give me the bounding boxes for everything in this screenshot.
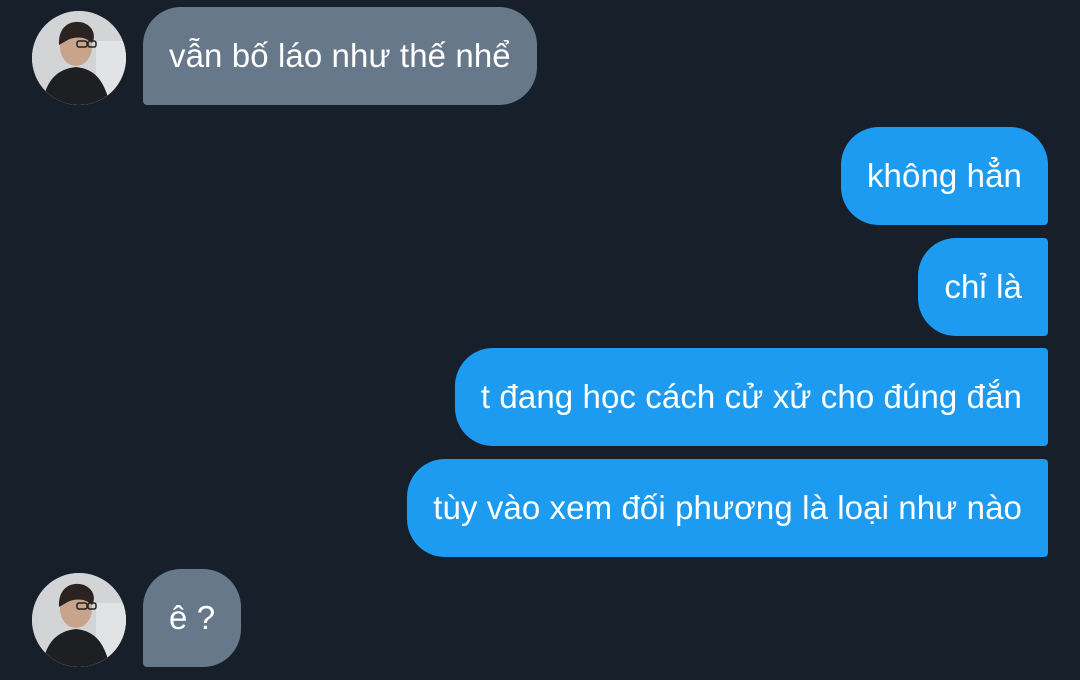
message-text: ê ? [169, 599, 216, 636]
incoming-message-bubble[interactable]: ê ? [143, 569, 242, 667]
contact-avatar[interactable] [32, 573, 126, 667]
avatar-photo [32, 573, 126, 667]
message-thread: vẫn bố láo như thế nhể không hẳn chỉ là … [0, 0, 1080, 680]
outgoing-message-bubble[interactable]: không hẳn [840, 127, 1048, 225]
message-text: vẫn bố láo như thế nhể [169, 37, 511, 74]
outgoing-message-bubble[interactable]: chỉ là [918, 238, 1048, 336]
message-text: tùy vào xem đối phương là loại như nào [433, 489, 1022, 526]
contact-avatar[interactable] [32, 11, 126, 105]
avatar-photo [32, 11, 126, 105]
message-text: chỉ là [944, 268, 1022, 305]
message-text: không hẳn [866, 157, 1022, 194]
outgoing-message-bubble[interactable]: tùy vào xem đối phương là loại như nào [407, 459, 1048, 557]
outgoing-message-bubble[interactable]: t đang học cách cử xử cho đúng đắn [454, 348, 1048, 446]
incoming-message-bubble[interactable]: vẫn bố láo như thế nhể [143, 7, 537, 105]
message-text: t đang học cách cử xử cho đúng đắn [480, 378, 1022, 415]
